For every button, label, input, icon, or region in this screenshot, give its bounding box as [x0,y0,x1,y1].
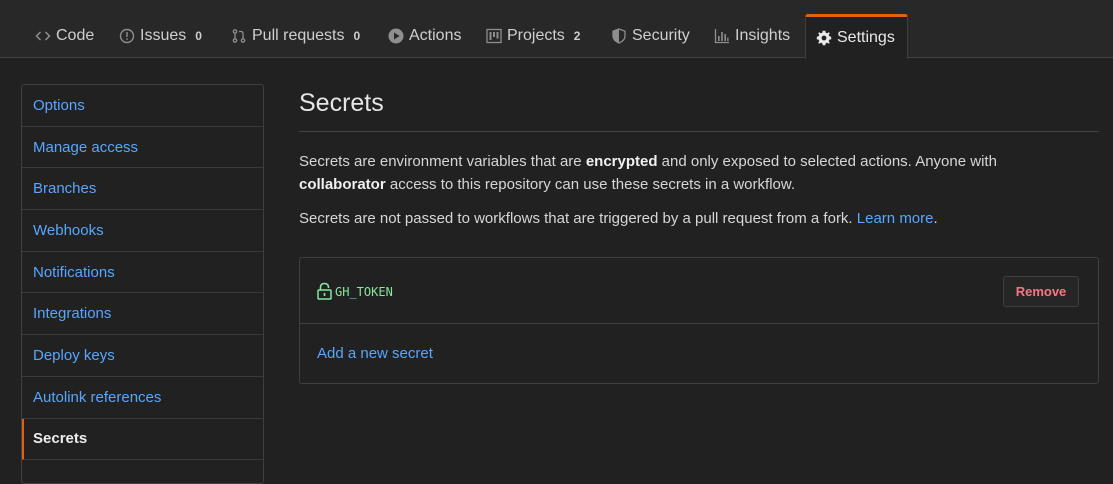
tab-label: Code [56,27,95,44]
add-secret-row: Add a new secret [300,324,1098,383]
description-text: Secrets are environment variables that a… [299,153,586,170]
sidebar-item-branches[interactable]: Branches [22,168,263,211]
play-icon [388,28,404,44]
graph-icon [714,28,730,44]
tab-security[interactable]: Security [601,14,700,58]
tab-insights[interactable]: Insights [704,14,800,58]
issue-icon [119,28,135,44]
remove-button[interactable]: Remove [1003,276,1079,307]
tab-label: Issues [140,27,187,44]
tab-actions[interactable]: Actions [378,14,471,58]
sidebar-item-manage-access[interactable]: Manage access [22,127,263,169]
tab-issues[interactable]: Issues 0 [109,14,212,58]
lock-icon [317,282,332,300]
sidebar-item-integrations[interactable]: Integrations [22,293,263,336]
sidebar-item-notifications[interactable]: Notifications [22,252,263,294]
tab-projects[interactable]: Projects 2 [476,14,590,58]
tab-label: Security [632,27,690,44]
description-text: and only exposed to selected actions. An… [657,153,997,170]
sidebar-item-deploy-keys[interactable]: Deploy keys [22,335,263,377]
secrets-list: GH_TOKEN Remove Add a new secret [299,257,1099,384]
add-secret-link[interactable]: Add a new secret [317,345,433,362]
tab-label: Pull requests [252,27,345,44]
tab-label: Insights [735,27,791,44]
shield-icon [611,28,627,44]
tab-code[interactable]: Code [25,14,104,58]
tab-label: Settings [837,29,895,46]
tab-label: Actions [409,27,462,44]
description-bold: collaborator [299,176,386,193]
secret-name: GH_TOKEN [335,284,393,299]
list-item: GH_TOKEN Remove [300,258,1098,324]
repo-nav: Code Issues 0 Pull requests 0 Actions Pr… [0,0,1113,59]
description-text: access to this repository can use these … [385,176,796,193]
code-icon [35,28,51,44]
project-icon [486,28,502,44]
page-title: Secrets [299,84,1099,132]
learn-more-link[interactable]: Learn more [857,210,934,227]
sidebar-item-autolink-references[interactable]: Autolink references [22,377,263,419]
tab-settings[interactable]: Settings [805,14,908,59]
description-bold: encrypted [585,153,658,170]
settings-sidebar: Options Manage access Branches Webhooks … [21,84,264,484]
sidebar-item-webhooks[interactable]: Webhooks [22,210,263,252]
main-content: Secrets Secrets are environment variable… [299,84,1099,384]
sidebar-item-secrets[interactable]: Secrets [22,418,263,461]
issues-count: 0 [195,29,202,43]
sidebar-item-options[interactable]: Options [22,85,263,127]
fork-note: Secrets are not passed to workflows that… [299,207,1099,230]
projects-count: 2 [573,29,581,43]
fork-note-text: Secrets are not passed to workflows that… [299,210,857,227]
tab-label: Projects [507,27,565,44]
tab-pull-requests[interactable]: Pull requests 0 [221,14,370,58]
gear-icon [816,30,832,46]
pull-requests-count: 0 [353,29,361,43]
secrets-description: Secrets are environment variables that a… [299,150,1099,196]
fork-note-text: . [933,210,938,227]
pull-request-icon [231,28,247,44]
